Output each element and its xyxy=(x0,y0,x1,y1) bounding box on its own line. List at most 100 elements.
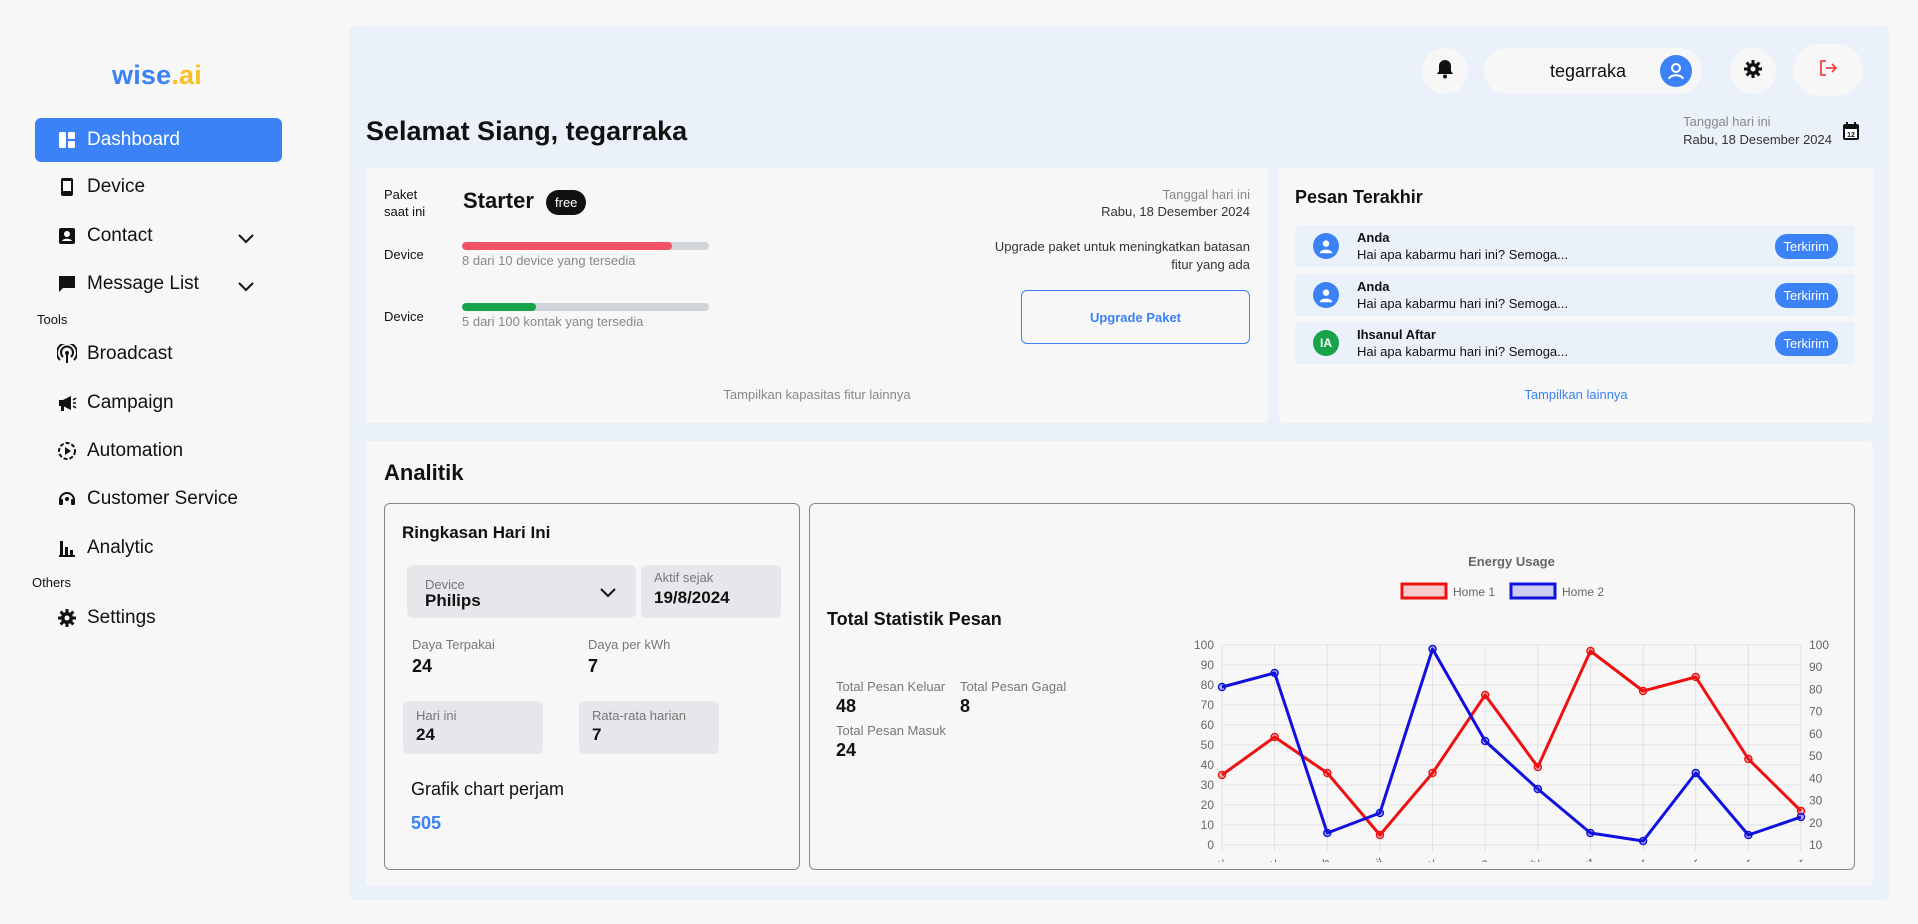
nav-automation[interactable]: Automation xyxy=(35,429,282,473)
nav-customer-service[interactable]: Customer Service xyxy=(35,477,282,521)
chevron-down-icon[interactable] xyxy=(238,228,254,250)
y-right-tick-label: 40 xyxy=(1809,771,1823,785)
active-since-value: 19/8/2024 xyxy=(654,588,730,607)
summary-box: Ringkasan Hari Ini Device Philips Aktif … xyxy=(384,503,800,870)
user-menu[interactable]: tegarraka xyxy=(1484,48,1702,94)
settings-button[interactable] xyxy=(1730,48,1776,94)
data-point xyxy=(1217,682,1227,692)
upgrade-text: Upgrade paket untuk meningkatkan batasan… xyxy=(994,239,1250,272)
upgrade-button[interactable]: Upgrade Paket xyxy=(1021,290,1250,344)
x-tick-label: December xyxy=(1750,855,1806,862)
y-tick-label: 50 xyxy=(1201,738,1215,752)
nav-broadcast[interactable]: Broadcast xyxy=(35,332,282,376)
data-point xyxy=(1586,828,1595,838)
section-others: Others xyxy=(32,575,72,590)
contact-usage-bar xyxy=(462,303,709,311)
y-right-tick-label: 50 xyxy=(1809,749,1823,763)
logout-icon xyxy=(1818,59,1838,82)
data-point xyxy=(1638,836,1648,846)
data-point xyxy=(1586,646,1595,656)
nav-label: Message List xyxy=(87,273,199,294)
active-since-label: Aktif sejak xyxy=(654,570,714,585)
hourly-chart-value: 505 xyxy=(411,813,442,833)
data-point xyxy=(1217,770,1227,780)
hourly-chart-title: Grafik chart perjam xyxy=(411,779,565,799)
calendar-icon[interactable]: 12 xyxy=(1842,121,1860,146)
nav-device[interactable]: Device xyxy=(35,165,282,209)
bell-icon xyxy=(1436,59,1454,84)
y-tick-label: 100 xyxy=(1194,638,1214,652)
status-badge: Terkirim xyxy=(1774,234,1838,259)
active-since: Aktif sejak 19/8/2024 xyxy=(641,565,781,618)
legend-swatch xyxy=(1400,582,1448,600)
notification-button[interactable] xyxy=(1422,48,1468,94)
nav-analytic[interactable]: Analytic xyxy=(35,526,282,570)
page-title: Selamat Siang, tegarraka xyxy=(366,116,688,146)
data-point xyxy=(1796,812,1806,822)
svg-text:12: 12 xyxy=(1847,132,1855,139)
megaphone-icon xyxy=(57,393,77,413)
power-used: Daya Terpakai 24 xyxy=(412,637,495,676)
gear-icon xyxy=(57,608,77,628)
x-tick-label: November xyxy=(1698,855,1754,862)
device-select[interactable]: Device Philips xyxy=(407,565,636,618)
message-row[interactable]: Anda Hai apa kabarmu hari ini? Semoga...… xyxy=(1295,225,1855,267)
data-point xyxy=(1480,736,1490,746)
y-tick-label: 60 xyxy=(1201,718,1215,732)
data-point xyxy=(1533,762,1543,772)
legend-label: Home 1 xyxy=(1453,585,1495,599)
y-right-tick-label: 80 xyxy=(1809,682,1823,696)
nav-label: Customer Service xyxy=(87,488,238,509)
data-point xyxy=(1375,830,1385,840)
status-badge: Terkirim xyxy=(1774,331,1838,356)
nav-label: Broadcast xyxy=(87,343,173,364)
device-select-value: Philips xyxy=(425,591,481,610)
x-tick-label: February xyxy=(1230,855,1279,862)
nav-label: Device xyxy=(87,176,146,197)
plan-card: Paket saat ini Starter free Device 8 dari… xyxy=(366,168,1268,423)
logo: wise.ai xyxy=(112,60,202,90)
y-tick-label: 40 xyxy=(1201,758,1215,772)
message-row[interactable]: Anda Hai apa kabarmu hari ini? Semoga...… xyxy=(1295,274,1855,316)
show-more-messages-link[interactable]: Tampilkan lainnya xyxy=(1279,387,1873,402)
data-point xyxy=(1744,830,1753,840)
message-row[interactable]: IA Ihsanul Aftar Hai apa kabarmu hari in… xyxy=(1295,322,1855,364)
y-right-tick-label: 60 xyxy=(1809,727,1823,741)
y-right-tick-label: 70 xyxy=(1809,705,1823,719)
nav-dashboard[interactable]: Dashboard xyxy=(35,118,282,162)
analytics-title: Analitik xyxy=(384,460,464,485)
y-tick-label: 80 xyxy=(1201,678,1215,692)
x-tick-label: October xyxy=(1656,855,1701,862)
show-more-capacity-link[interactable]: Tampilkan kapasitas fitur lainnya xyxy=(366,387,1268,402)
x-tick-label: September xyxy=(1589,855,1648,862)
nav-contact[interactable]: Contact xyxy=(35,214,282,258)
device-usage-bar xyxy=(462,242,709,250)
y-tick-label: 70 xyxy=(1201,698,1215,712)
chart-title: Energy Usage xyxy=(1468,554,1555,569)
x-tick-label: July xyxy=(1518,855,1543,862)
x-tick-label: March xyxy=(1296,855,1332,862)
nav-campaign[interactable]: Campaign xyxy=(35,381,282,425)
user-icon xyxy=(1313,233,1339,259)
sidebar: wise.ai Dashboard Device Contact Message… xyxy=(0,0,320,924)
data-point xyxy=(1375,808,1385,818)
date-value: Rabu, 18 Desember 2024 xyxy=(1683,132,1832,147)
stat-incoming: Total Pesan Masuk 24 xyxy=(836,723,946,760)
nav-message-list[interactable]: Message List xyxy=(35,262,282,306)
stat-failed: Total Pesan Gagal 8 xyxy=(960,679,1067,716)
broadcast-icon xyxy=(57,344,77,364)
nav-label: Dashboard xyxy=(87,129,180,150)
usage-label: Device xyxy=(384,247,424,262)
x-tick-label: April xyxy=(1357,855,1385,862)
stats-title: Total Statistik Pesan xyxy=(827,609,1002,629)
nav-label: Contact xyxy=(87,225,153,246)
recent-messages-card: Pesan Terakhir Anda Hai apa kabarmu hari… xyxy=(1279,168,1873,423)
chevron-down-icon[interactable] xyxy=(238,276,254,298)
usage-label: Device xyxy=(384,309,424,324)
plan-name: Starter xyxy=(463,188,534,213)
logout-button[interactable] xyxy=(1793,44,1863,96)
data-point xyxy=(1428,768,1437,778)
message-preview: Hai apa kabarmu hari ini? Semoga... xyxy=(1357,344,1569,359)
nav-settings[interactable]: Settings xyxy=(35,596,282,640)
y-tick-label: 10 xyxy=(1201,818,1215,832)
